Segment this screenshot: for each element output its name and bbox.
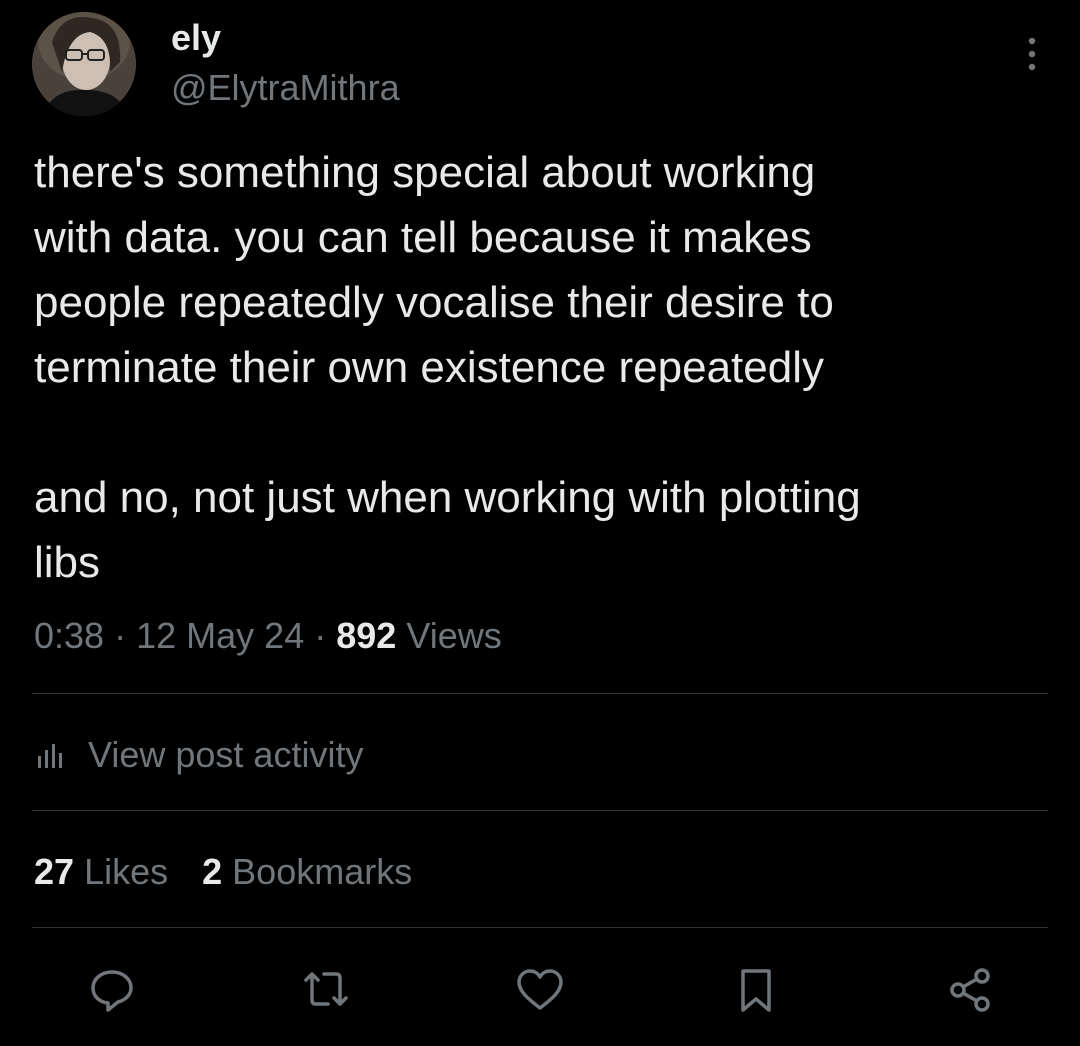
reply-button[interactable] <box>82 960 142 1020</box>
bookmarks-label: Bookmarks <box>232 851 413 892</box>
repost-button[interactable] <box>296 960 356 1020</box>
bar-chart-icon <box>38 744 62 768</box>
view-post-activity-label: View post activity <box>88 734 364 775</box>
bookmark-button[interactable] <box>726 960 786 1020</box>
likes-label: Likes <box>84 851 169 892</box>
repost-icon <box>304 972 348 1006</box>
post-text: there's something special about working … <box>34 148 861 587</box>
divider <box>32 810 1048 811</box>
share-button[interactable] <box>940 960 1000 1020</box>
views-label: Views <box>406 615 502 656</box>
views-count: 892 <box>336 615 397 656</box>
separator: · <box>314 615 327 656</box>
avatar-image <box>32 12 136 116</box>
action-bar <box>0 960 1080 1024</box>
engagement-stats: 27 Likes 2 Bookmarks <box>34 848 412 896</box>
likes-stat[interactable]: 27 Likes <box>34 851 168 892</box>
post-time[interactable]: 0:38 <box>34 615 104 656</box>
post-header: ely @ElytraMithra <box>32 10 1048 118</box>
divider <box>32 693 1048 694</box>
avatar[interactable] <box>32 12 136 116</box>
like-button[interactable] <box>510 960 570 1020</box>
author-name[interactable]: ely <box>171 18 221 58</box>
post-metadata: 0:38 · 12 May 24 · 892 Views <box>34 612 502 660</box>
bookmarks-stat[interactable]: 2 Bookmarks <box>202 851 412 892</box>
bookmarks-count: 2 <box>202 851 223 892</box>
reply-icon <box>91 970 133 1012</box>
post-date[interactable]: 12 May 24 <box>136 615 304 656</box>
view-post-activity-link[interactable]: View post activity <box>36 730 363 780</box>
share-icon <box>950 968 990 1012</box>
separator: · <box>114 615 127 656</box>
author-handle[interactable]: @ElytraMithra <box>171 68 400 108</box>
bookmark-icon <box>741 969 771 1012</box>
divider <box>32 927 1048 928</box>
more-options-icon[interactable] <box>1026 36 1038 72</box>
likes-count: 27 <box>34 851 75 892</box>
like-icon <box>517 969 563 1010</box>
